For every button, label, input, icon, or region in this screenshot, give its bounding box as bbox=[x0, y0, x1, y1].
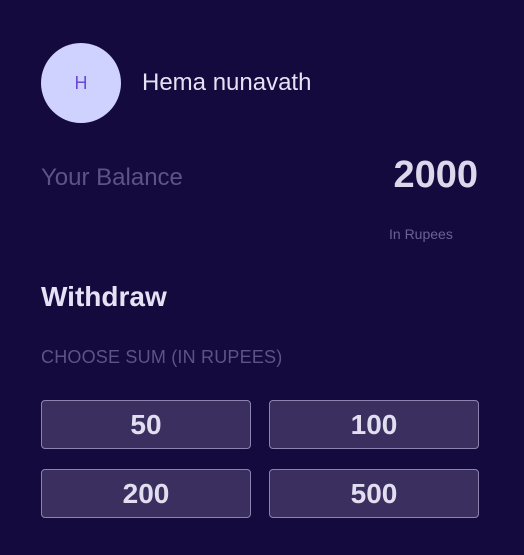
sum-button-500[interactable]: 500 bbox=[269, 469, 479, 518]
avatar-initial: H bbox=[74, 72, 88, 93]
user-name: Hema nunavath bbox=[142, 69, 312, 96]
avatar: H bbox=[41, 43, 121, 123]
withdraw-card: H Hema nunavath Your Balance 2000 In Rup… bbox=[0, 0, 524, 555]
sum-options: 50 100 200 500 bbox=[41, 400, 479, 518]
balance-unit: In Rupees bbox=[389, 226, 453, 242]
withdraw-title: Withdraw bbox=[41, 281, 167, 312]
balance-amount: 2000 bbox=[393, 154, 478, 196]
sum-button-50[interactable]: 50 bbox=[41, 400, 251, 449]
sum-button-200[interactable]: 200 bbox=[41, 469, 251, 518]
user-profile: H Hema nunavath bbox=[41, 43, 311, 123]
choose-sum-label: CHOOSE SUM (IN RUPEES) bbox=[41, 347, 283, 367]
sum-button-100[interactable]: 100 bbox=[269, 400, 479, 449]
balance-label: Your Balance bbox=[41, 164, 183, 191]
